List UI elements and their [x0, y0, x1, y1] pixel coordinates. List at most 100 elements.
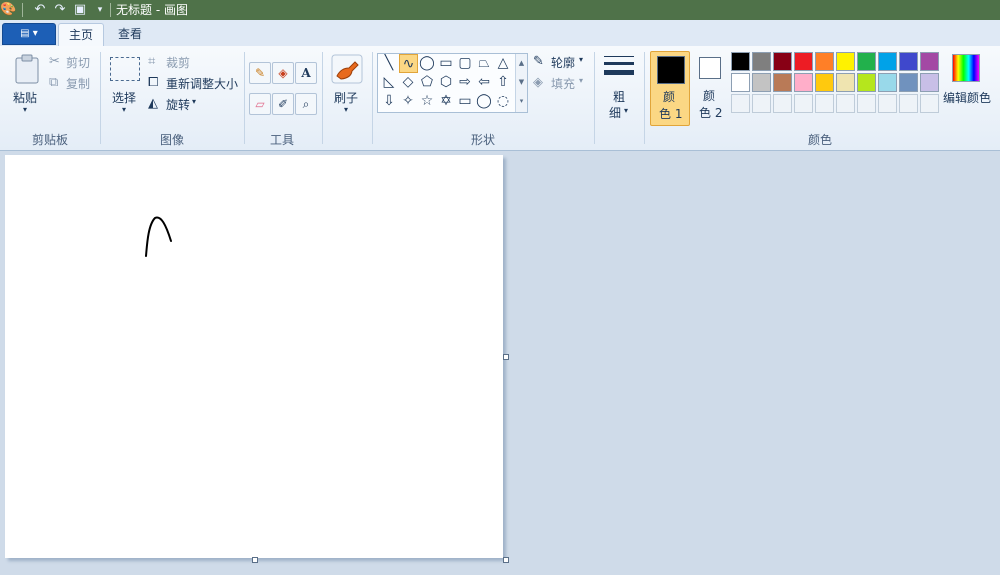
- tab-home[interactable]: 主页: [58, 23, 104, 47]
- redo-icon[interactable]: ↷: [52, 2, 68, 18]
- color-1-button[interactable]: 颜 色 1: [650, 51, 690, 126]
- color-swatch[interactable]: [878, 52, 897, 71]
- color-swatch[interactable]: [731, 73, 750, 92]
- color-swatch[interactable]: [815, 52, 834, 71]
- pencil-icon[interactable]: ✎: [249, 62, 271, 84]
- color-swatch[interactable]: [836, 73, 855, 92]
- polygon-shape-icon[interactable]: ⏢: [475, 54, 493, 72]
- fill-icon: ◈: [533, 75, 543, 90]
- color-1-swatch: [657, 56, 685, 84]
- shapes-scrollbar[interactable]: ▲ ▼ ▾: [515, 54, 527, 112]
- color-swatch[interactable]: [752, 52, 771, 71]
- window-title: 无标题 - 画图: [116, 3, 188, 17]
- selection-rect-icon: [110, 57, 140, 81]
- outline-icon: ✎: [533, 54, 544, 69]
- oval-shape-icon[interactable]: ◯: [418, 54, 436, 72]
- separator: [594, 52, 595, 144]
- color-swatch[interactable]: [815, 73, 834, 92]
- resize-button[interactable]: 重新调整大小: [166, 75, 238, 92]
- outline-button[interactable]: 轮廓: [551, 54, 575, 71]
- right-arrow-shape-icon[interactable]: ⇨: [456, 73, 474, 91]
- undo-icon[interactable]: ↶: [32, 2, 48, 18]
- magnifier-icon[interactable]: ⌕: [295, 93, 317, 115]
- chevron-down-icon: ▾: [192, 97, 197, 106]
- edit-colors-label: 编辑颜色: [943, 91, 992, 105]
- color-swatch[interactable]: [899, 73, 918, 92]
- color-swatch[interactable]: [731, 52, 750, 71]
- color-swatch[interactable]: [794, 52, 813, 71]
- cloud-callout-shape-icon[interactable]: ◌: [494, 92, 512, 110]
- right-triangle-shape-icon[interactable]: ◺: [380, 73, 398, 91]
- cut-button[interactable]: 剪切: [66, 54, 90, 71]
- six-point-star-shape-icon[interactable]: ✡: [437, 92, 455, 110]
- curve-shape-icon[interactable]: ∿: [399, 54, 418, 73]
- title-bar: 🎨 ↶ ↷ ▣ ▾ 无标题 - 画图: [0, 0, 1000, 21]
- pentagon-shape-icon[interactable]: ⬠: [418, 73, 436, 91]
- color-swatch[interactable]: [878, 73, 897, 92]
- eraser-icon[interactable]: ▱: [249, 93, 271, 115]
- chevron-down-icon: ▾: [579, 76, 584, 85]
- rounded-rectangle-shape-icon[interactable]: ▢: [456, 54, 474, 72]
- color-swatch[interactable]: [794, 73, 813, 92]
- custom-color-slot[interactable]: [836, 94, 855, 113]
- chevron-down-icon: ▾: [23, 105, 28, 114]
- copy-button[interactable]: 复制: [66, 75, 90, 92]
- color-swatch[interactable]: [773, 73, 792, 92]
- color-1-label: 色 1: [659, 107, 683, 121]
- color-2-button[interactable]: 颜 色 2: [692, 51, 728, 124]
- custom-color-slot[interactable]: [920, 94, 939, 113]
- four-point-star-shape-icon[interactable]: ✧: [399, 92, 417, 110]
- chevron-down-icon: ▾: [624, 106, 629, 115]
- color-picker-icon[interactable]: ✐: [272, 93, 294, 115]
- custom-color-slot[interactable]: [857, 94, 876, 113]
- diamond-shape-icon[interactable]: ◇: [399, 73, 417, 91]
- color-swatch[interactable]: [752, 73, 771, 92]
- triangle-shape-icon[interactable]: △: [494, 54, 512, 72]
- colors-group-label: 颜色: [807, 133, 832, 147]
- left-arrow-shape-icon[interactable]: ⇦: [475, 73, 493, 91]
- image-group-label: 图像: [159, 133, 184, 147]
- custom-color-slot[interactable]: [794, 94, 813, 113]
- color-swatch[interactable]: [857, 73, 876, 92]
- color-2-label: 色 2: [699, 106, 723, 120]
- down-arrow-shape-icon[interactable]: ⇩: [380, 92, 398, 110]
- color-swatch[interactable]: [899, 52, 918, 71]
- clipboard-group-label: 剪贴板: [31, 133, 68, 147]
- paste-label: 粘贴: [13, 91, 38, 105]
- rect-callout-shape-icon[interactable]: ▭: [456, 92, 474, 110]
- paint-app-icon[interactable]: 🎨: [0, 2, 16, 18]
- custom-color-slot[interactable]: [773, 94, 792, 113]
- resize-handle-corner[interactable]: [503, 557, 509, 563]
- color-swatch[interactable]: [920, 73, 939, 92]
- color-swatch[interactable]: [836, 52, 855, 71]
- tab-view[interactable]: 查看: [108, 23, 152, 46]
- five-point-star-shape-icon[interactable]: ☆: [418, 92, 436, 110]
- custom-color-slot[interactable]: [731, 94, 750, 113]
- drawing-canvas[interactable]: [5, 155, 503, 558]
- line-shape-icon[interactable]: ╲: [380, 54, 398, 72]
- quick-access-dropdown-icon[interactable]: ▾: [92, 2, 108, 18]
- crop-button[interactable]: 裁剪: [166, 54, 190, 71]
- fill-bucket-icon[interactable]: ◈: [272, 62, 294, 84]
- color-swatch[interactable]: [773, 52, 792, 71]
- fill-button[interactable]: 填充: [551, 75, 575, 92]
- scissors-icon: ✂: [49, 54, 60, 69]
- file-menu-button[interactable]: ▤ ▾: [2, 23, 56, 45]
- oval-callout-shape-icon[interactable]: ◯: [475, 92, 493, 110]
- save-icon[interactable]: ▣: [72, 2, 88, 18]
- resize-icon: ⧠: [148, 75, 159, 90]
- custom-color-slot[interactable]: [752, 94, 771, 113]
- up-arrow-shape-icon[interactable]: ⇧: [494, 73, 512, 91]
- shapes-gallery: ╲ ∿ ◯ ▭ ▢ ⏢ △ ◺ ◇ ⬠ ⬡ ⇨ ⇦ ⇧ ⇩ ✧ ☆ ✡ ▭ ◯ …: [377, 53, 528, 113]
- color-swatch[interactable]: [920, 52, 939, 71]
- custom-color-slot[interactable]: [899, 94, 918, 113]
- rotate-button[interactable]: 旋转: [166, 96, 190, 113]
- text-tool-icon[interactable]: A: [295, 62, 317, 84]
- rectangle-shape-icon[interactable]: ▭: [437, 54, 455, 72]
- hexagon-shape-icon[interactable]: ⬡: [437, 73, 455, 91]
- custom-color-slot[interactable]: [815, 94, 834, 113]
- resize-handle-right[interactable]: [503, 354, 509, 360]
- resize-handle-bottom[interactable]: [252, 557, 258, 563]
- color-swatch[interactable]: [857, 52, 876, 71]
- custom-color-slot[interactable]: [878, 94, 897, 113]
